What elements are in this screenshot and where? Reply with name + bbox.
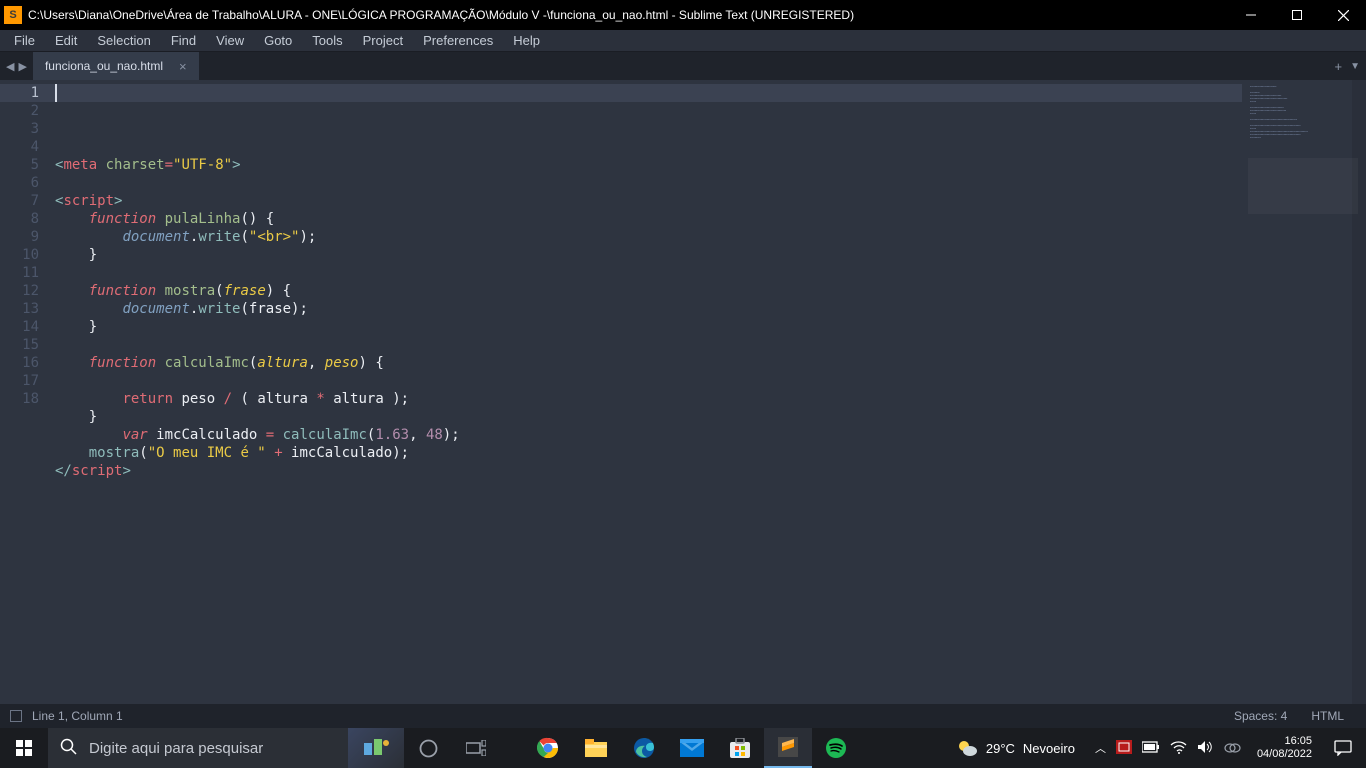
line-number[interactable]: 1 bbox=[0, 84, 55, 102]
line-number[interactable]: 9 bbox=[0, 228, 55, 246]
minimize-button[interactable] bbox=[1228, 0, 1274, 30]
file-explorer-icon[interactable] bbox=[572, 728, 620, 768]
nav-forward-icon[interactable]: ▶ bbox=[16, 60, 28, 73]
clock-time: 16:05 bbox=[1284, 735, 1312, 748]
line-number[interactable]: 4 bbox=[0, 138, 55, 156]
weather-desc: Nevoeiro bbox=[1023, 741, 1075, 756]
line-number[interactable]: 11 bbox=[0, 264, 55, 282]
window-titlebar: S C:\Users\Diana\OneDrive\Área de Trabal… bbox=[0, 0, 1366, 30]
minimap-viewport[interactable] bbox=[1248, 158, 1358, 214]
menu-edit[interactable]: Edit bbox=[45, 31, 87, 50]
menu-view[interactable]: View bbox=[206, 31, 254, 50]
line-number[interactable]: 15 bbox=[0, 336, 55, 354]
text-cursor bbox=[55, 84, 57, 102]
taskbar-search[interactable]: Digite aqui para pesquisar bbox=[48, 728, 348, 768]
weather-temp: 29°C bbox=[986, 741, 1015, 756]
sublime-app-icon: S bbox=[4, 6, 22, 24]
cortana-icon[interactable] bbox=[404, 728, 452, 768]
menu-selection[interactable]: Selection bbox=[87, 31, 160, 50]
windows-taskbar: Digite aqui para pesquisar 29°C Nevoeiro… bbox=[0, 728, 1366, 768]
wifi-icon[interactable] bbox=[1170, 740, 1187, 757]
line-number[interactable]: 6 bbox=[0, 174, 55, 192]
status-panel-icon[interactable] bbox=[10, 710, 22, 722]
volume-icon[interactable] bbox=[1197, 740, 1213, 757]
menu-find[interactable]: Find bbox=[161, 31, 206, 50]
status-cursor-position: Line 1, Column 1 bbox=[32, 709, 123, 723]
tab-close-icon[interactable]: × bbox=[179, 59, 187, 74]
editor-area: 123456789101112131415161718 <meta charse… bbox=[0, 80, 1366, 704]
tray-chevron-icon[interactable]: ︿ bbox=[1095, 740, 1106, 756]
spotify-icon[interactable] bbox=[812, 728, 860, 768]
line-number[interactable]: 2 bbox=[0, 102, 55, 120]
code-editor[interactable]: <meta charset="UTF-8"> <script> function… bbox=[55, 80, 1242, 704]
edge-icon[interactable] bbox=[620, 728, 668, 768]
line-number[interactable]: 5 bbox=[0, 156, 55, 174]
tab-bar: ◀ ▶ funciona_ou_nao.html × + ▼ bbox=[0, 52, 1366, 80]
menu-file[interactable]: File bbox=[4, 31, 45, 50]
start-button[interactable] bbox=[0, 728, 48, 768]
tab-file[interactable]: funciona_ou_nao.html × bbox=[33, 52, 199, 80]
tab-dropdown-icon[interactable]: ▼ bbox=[1350, 61, 1360, 72]
maximize-button[interactable] bbox=[1274, 0, 1320, 30]
menu-help[interactable]: Help bbox=[503, 31, 550, 50]
amd-tray-icon[interactable] bbox=[1116, 740, 1132, 757]
weather-icon bbox=[956, 738, 978, 758]
menu-tools[interactable]: Tools bbox=[302, 31, 352, 50]
nav-back-icon[interactable]: ◀ bbox=[4, 60, 16, 73]
line-number[interactable]: 18 bbox=[0, 390, 55, 408]
system-tray: ︿ bbox=[1087, 740, 1249, 757]
onedrive-tray-icon[interactable] bbox=[1223, 741, 1241, 756]
line-number[interactable]: 7 bbox=[0, 192, 55, 210]
tab-label: funciona_ou_nao.html bbox=[45, 59, 163, 73]
search-placeholder: Digite aqui para pesquisar bbox=[89, 740, 263, 757]
clock-date: 04/08/2022 bbox=[1257, 748, 1312, 761]
taskbar-clock[interactable]: 16:05 04/08/2022 bbox=[1249, 735, 1320, 761]
mail-icon[interactable] bbox=[668, 728, 716, 768]
weather-widget[interactable]: 29°C Nevoeiro bbox=[944, 738, 1087, 758]
code-content: <meta charset="UTF-8"> <script> function… bbox=[55, 156, 1242, 480]
search-icon bbox=[60, 738, 77, 759]
line-number[interactable]: 12 bbox=[0, 282, 55, 300]
new-tab-icon[interactable]: + bbox=[1335, 59, 1343, 74]
line-number[interactable]: 10 bbox=[0, 246, 55, 264]
close-button[interactable] bbox=[1320, 0, 1366, 30]
line-number[interactable]: 16 bbox=[0, 354, 55, 372]
line-number[interactable]: 17 bbox=[0, 372, 55, 390]
status-bar: Line 1, Column 1 Spaces: 4 HTML bbox=[0, 704, 1366, 728]
search-highlights-icon[interactable] bbox=[348, 728, 404, 768]
microsoft-store-icon[interactable] bbox=[716, 728, 764, 768]
status-indent[interactable]: Spaces: 4 bbox=[1222, 709, 1299, 723]
status-syntax[interactable]: HTML bbox=[1299, 709, 1356, 723]
line-number[interactable]: 13 bbox=[0, 300, 55, 318]
action-center-icon[interactable] bbox=[1320, 728, 1366, 768]
menu-goto[interactable]: Goto bbox=[254, 31, 302, 50]
menu-preferences[interactable]: Preferences bbox=[413, 31, 503, 50]
menubar: FileEditSelectionFindViewGotoToolsProjec… bbox=[0, 30, 1366, 52]
gutter: 123456789101112131415161718 bbox=[0, 80, 55, 704]
active-line-highlight bbox=[55, 84, 1242, 102]
chrome-icon[interactable] bbox=[524, 728, 572, 768]
line-number[interactable]: 8 bbox=[0, 210, 55, 228]
window-title: C:\Users\Diana\OneDrive\Área de Trabalho… bbox=[28, 8, 1228, 22]
menu-project[interactable]: Project bbox=[353, 31, 413, 50]
task-view-icon[interactable] bbox=[452, 728, 500, 768]
line-number[interactable]: 3 bbox=[0, 120, 55, 138]
line-number[interactable]: 14 bbox=[0, 318, 55, 336]
sublime-taskbar-icon[interactable] bbox=[764, 728, 812, 768]
battery-icon[interactable] bbox=[1142, 741, 1160, 756]
